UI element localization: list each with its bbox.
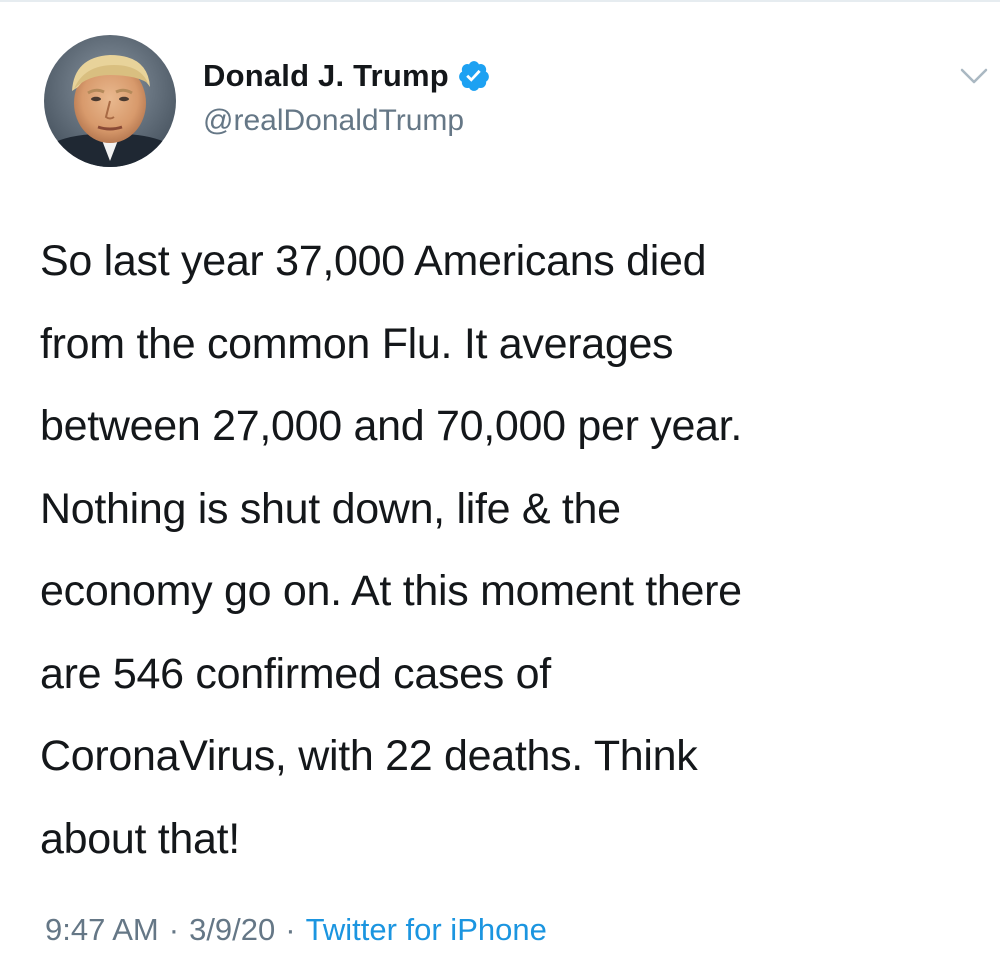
tweet-text-line: So last year 37,000 Americans died (40, 237, 707, 285)
tweet-text-line: are 546 confirmed cases of (40, 649, 551, 698)
tweet-time[interactable]: 9:47 AM (45, 912, 159, 948)
meta-separator: · (285, 912, 296, 947)
display-name[interactable]: Donald J. Trump (203, 58, 449, 94)
tweet-date[interactable]: 3/9/20 (189, 912, 275, 948)
author-handle[interactable]: @realDonaldTrump (203, 104, 464, 138)
tweet-source-link[interactable]: Twitter for iPhone (306, 912, 547, 948)
tweet-text-line: from the common Flu. It averages (40, 319, 674, 368)
profile-photo (44, 35, 176, 167)
tweet-meta: 9:47 AM · 3/9/20 · Twitter for iPhone (45, 912, 547, 948)
tweet-text-line: CoronaVirus, with 22 deaths. Think (40, 732, 698, 780)
verified-badge-icon (457, 59, 491, 93)
divider (0, 0, 1000, 2)
chevron-down-icon[interactable] (958, 64, 990, 88)
tweet-text: So last year 37,000 Americans died from … (40, 220, 980, 880)
tweet-card: Donald J. Trump @realDonaldTrump So last… (0, 0, 1000, 979)
tweet-text-line: between 27,000 and 70,000 per year. (40, 402, 742, 450)
tweet-text-line: about that! (40, 814, 240, 863)
tweet-text-line: economy go on. At this moment there (40, 567, 742, 615)
tweet-text-line: Nothing is shut down, life & the (40, 484, 621, 533)
author-name-row[interactable]: Donald J. Trump (203, 56, 491, 96)
meta-separator: · (168, 912, 180, 947)
avatar[interactable] (44, 35, 176, 167)
